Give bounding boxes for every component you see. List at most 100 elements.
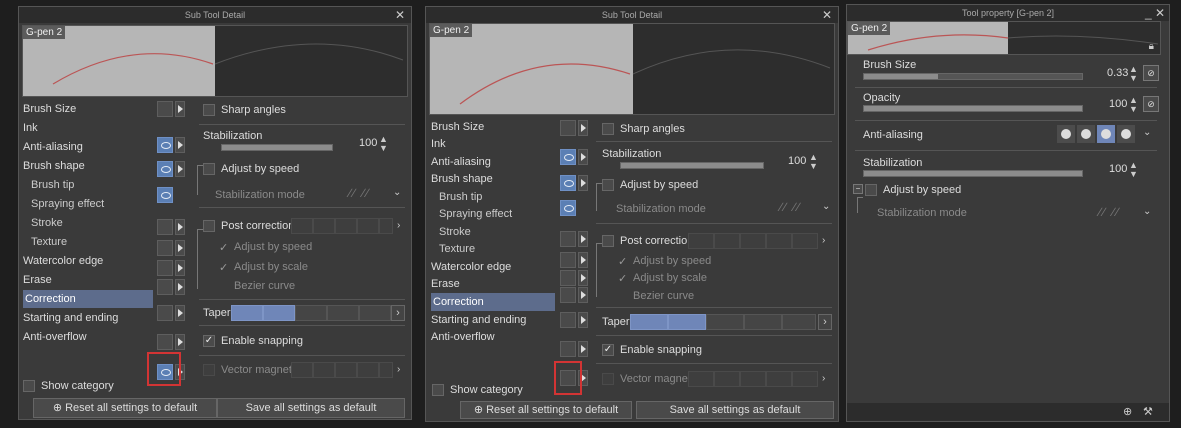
sharp-angles-checkbox[interactable] xyxy=(602,123,614,135)
close-icon[interactable]: _ ✕ xyxy=(1145,5,1165,21)
enable-snapping-checkbox[interactable]: ✓ xyxy=(602,344,614,356)
category-ink[interactable]: Ink xyxy=(23,119,38,137)
aa-none-icon[interactable] xyxy=(1057,125,1075,143)
taper-segment[interactable] xyxy=(782,314,816,330)
brush-size-settings-icon[interactable]: ⊘ xyxy=(1143,65,1159,81)
chevron-right-icon[interactable]: › xyxy=(397,364,400,375)
expand-arrow[interactable] xyxy=(175,137,185,153)
collapse-icon[interactable]: − xyxy=(853,184,863,194)
expand-arrow[interactable] xyxy=(578,175,588,191)
visibility-toggle[interactable] xyxy=(560,341,576,357)
category-brush-shape[interactable]: Brush shape xyxy=(431,170,493,188)
visibility-toggle[interactable] xyxy=(560,252,576,268)
visibility-toggle[interactable] xyxy=(157,279,173,295)
visibility-toggle[interactable] xyxy=(560,149,576,165)
lock-icon[interactable]: 🔒︎ xyxy=(1149,41,1154,52)
expand-arrow[interactable] xyxy=(578,270,588,286)
post-correction-checkbox[interactable] xyxy=(602,235,614,247)
category-anti-aliasing[interactable]: Anti-aliasing xyxy=(431,153,491,171)
category-starting-and-ending[interactable]: Starting and ending xyxy=(23,309,118,327)
enable-snapping-checkbox[interactable]: ✓ xyxy=(203,335,215,347)
category-texture[interactable]: Texture xyxy=(439,240,475,258)
category-brush-shape[interactable]: Brush shape xyxy=(23,157,85,175)
expand-arrow[interactable] xyxy=(578,312,588,328)
visibility-toggle[interactable] xyxy=(157,137,173,153)
category-anti-overflow[interactable]: Anti-overflow xyxy=(431,328,495,346)
visibility-toggle[interactable] xyxy=(560,175,576,191)
category-spraying-effect[interactable]: Spraying effect xyxy=(439,205,512,223)
spin-arrows[interactable]: ▲ ▼ xyxy=(1129,96,1138,114)
visibility-toggle[interactable] xyxy=(560,270,576,286)
adjust-by-speed-checkbox[interactable] xyxy=(865,184,877,196)
expand-arrow[interactable] xyxy=(578,341,588,357)
category-correction[interactable]: Correction xyxy=(23,290,153,308)
close-icon[interactable]: ✕ xyxy=(822,7,832,23)
taper-segment[interactable] xyxy=(295,305,327,321)
chevron-down-icon[interactable]: ⌄ xyxy=(393,187,401,198)
chevron-right-icon[interactable]: › xyxy=(397,220,400,231)
reset-all-button[interactable]: ⊕ Reset all settings to default xyxy=(33,398,217,418)
chevron-down-icon[interactable]: ⌄ xyxy=(1143,127,1151,138)
taper-arrow-button[interactable]: › xyxy=(391,305,405,321)
visibility-toggle[interactable] xyxy=(560,231,576,247)
category-anti-aliasing[interactable]: Anti-aliasing xyxy=(23,138,83,156)
aa-strong-icon[interactable] xyxy=(1117,125,1135,143)
taper-segment[interactable] xyxy=(263,305,295,321)
visibility-toggle[interactable] xyxy=(157,240,173,256)
expand-arrow[interactable] xyxy=(175,161,185,177)
category-watercolor-edge[interactable]: Watercolor edge xyxy=(431,258,511,276)
spin-arrows[interactable]: ▲ ▼ xyxy=(809,153,818,171)
aa-medium-icon[interactable] xyxy=(1097,125,1115,143)
expand-arrow[interactable] xyxy=(175,260,185,276)
category-anti-overflow[interactable]: Anti-overflow xyxy=(23,328,87,346)
expand-arrow[interactable] xyxy=(578,149,588,165)
visibility-toggle[interactable] xyxy=(157,101,173,117)
category-brush-size[interactable]: Brush Size xyxy=(23,100,76,118)
reset-icon[interactable]: ⊕ xyxy=(1123,405,1132,418)
stroke-mode-icons[interactable]: ∕∕ ∕∕ xyxy=(780,200,801,214)
spin-arrows[interactable]: ▲ ▼ xyxy=(379,135,388,153)
expand-arrow[interactable] xyxy=(175,334,185,350)
expand-arrow[interactable] xyxy=(175,279,185,295)
visibility-toggle[interactable] xyxy=(157,260,173,276)
stabilization-slider[interactable] xyxy=(620,162,764,169)
stroke-mode-icons[interactable]: ∕∕ ∕∕ xyxy=(1099,205,1120,219)
category-texture[interactable]: Texture xyxy=(31,233,67,251)
expand-arrow[interactable] xyxy=(175,305,185,321)
chevron-right-icon[interactable]: › xyxy=(822,235,825,246)
category-ink[interactable]: Ink xyxy=(431,135,446,153)
visibility-toggle[interactable] xyxy=(157,161,173,177)
adjust-by-speed-checkbox[interactable] xyxy=(602,179,614,191)
category-stroke[interactable]: Stroke xyxy=(439,223,471,241)
expand-arrow[interactable] xyxy=(578,120,588,136)
opacity-settings-icon[interactable]: ⊘ xyxy=(1143,96,1159,112)
opacity-slider[interactable] xyxy=(863,105,1083,112)
stabilization-slider[interactable] xyxy=(221,144,333,151)
stroke-mode-icons[interactable]: ∕∕ ∕∕ xyxy=(349,186,370,200)
visibility-toggle[interactable] xyxy=(560,312,576,328)
expand-arrow[interactable] xyxy=(175,240,185,256)
stabilization-slider[interactable] xyxy=(863,170,1083,177)
wrench-icon[interactable]: ⚒︎ xyxy=(1143,405,1153,418)
spin-arrows[interactable]: ▲ ▼ xyxy=(1129,161,1138,179)
expand-arrow[interactable] xyxy=(175,219,185,235)
close-icon[interactable]: ✕ xyxy=(395,7,405,23)
taper-arrow-button[interactable]: › xyxy=(818,314,832,330)
category-watercolor-edge[interactable]: Watercolor edge xyxy=(23,252,103,270)
category-starting-and-ending[interactable]: Starting and ending xyxy=(431,311,526,329)
vector-magnet-checkbox[interactable] xyxy=(602,373,614,385)
category-correction[interactable]: Correction xyxy=(431,293,555,311)
taper-segment[interactable] xyxy=(327,305,359,321)
category-erase[interactable]: Erase xyxy=(23,271,52,289)
reset-all-button[interactable]: ⊕ Reset all settings to default xyxy=(460,401,632,419)
taper-segment[interactable] xyxy=(668,314,706,330)
visibility-toggle[interactable] xyxy=(157,305,173,321)
chevron-down-icon[interactable]: ⌄ xyxy=(1143,206,1151,217)
taper-segment[interactable] xyxy=(231,305,263,321)
visibility-toggle[interactable] xyxy=(157,334,173,350)
visibility-toggle[interactable] xyxy=(560,120,576,136)
spin-arrows[interactable]: ▲ ▼ xyxy=(1129,65,1138,83)
save-all-button[interactable]: Save all settings as default xyxy=(217,398,405,418)
taper-segment[interactable] xyxy=(706,314,744,330)
expand-arrow[interactable] xyxy=(578,231,588,247)
